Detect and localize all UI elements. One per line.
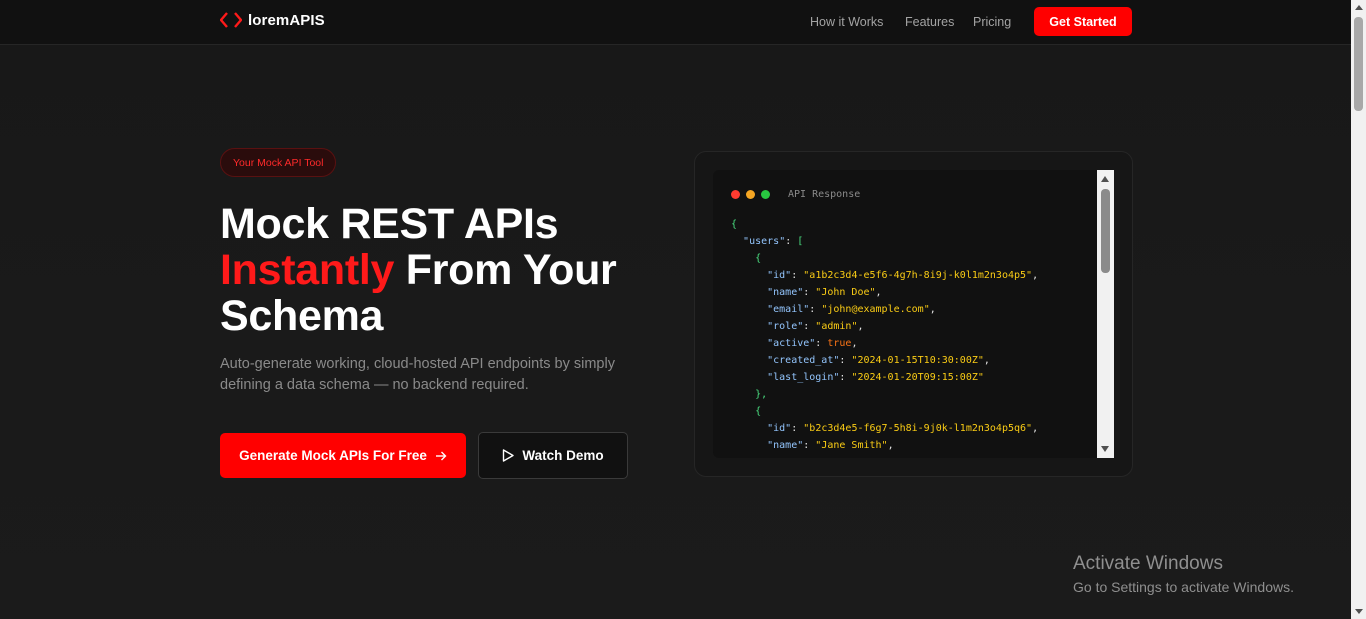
generate-mock-apis-button[interactable]: Generate Mock APIs For Free: [220, 433, 466, 478]
user-1-name: John Doe: [821, 287, 870, 298]
page: loremAPIS How it Works Features Pricing …: [0, 0, 1351, 619]
headline-line-1: Mock REST APIs: [220, 200, 559, 248]
nav-link-pricing[interactable]: Pricing: [973, 15, 1011, 29]
user-1-role: admin: [821, 321, 852, 332]
json-code-block: { "users": [ { "id": "a1b2c3d4-e5f6-4g7h…: [731, 219, 1039, 451]
user-1-email: john@example.com: [827, 304, 924, 315]
window-minimize-dot-icon: [746, 190, 755, 199]
top-navbar: loremAPIS How it Works Features Pricing …: [0, 0, 1351, 45]
arrow-right-icon: [435, 451, 447, 460]
code-panel-scroll-thumb[interactable]: [1101, 189, 1110, 273]
code-panel-scrollbar[interactable]: [1097, 170, 1114, 458]
get-started-button[interactable]: Get Started: [1034, 7, 1132, 36]
scroll-up-arrow-icon[interactable]: [1101, 176, 1109, 182]
api-response-panel[interactable]: API Response { "users": [ { "id": "a1b2c…: [713, 170, 1114, 458]
watermark-title: Activate Windows: [1073, 553, 1223, 574]
page-scroll-thumb[interactable]: [1354, 17, 1363, 111]
panel-title: API Response: [788, 189, 861, 200]
watermark-subtitle: Go to Settings to activate Windows.: [1073, 579, 1294, 595]
page-scrollbar[interactable]: [1351, 0, 1366, 619]
nav-link-features[interactable]: Features: [905, 15, 954, 29]
user-2-id: b2c3d4e5-f6g7-5h8i-9j0k-l1m2n3o4p5q6: [809, 423, 1027, 434]
page-scroll-down-arrow-icon[interactable]: [1354, 609, 1363, 614]
play-icon: [503, 449, 515, 462]
code-brackets-icon: [220, 12, 242, 28]
user-1-active: true: [827, 338, 852, 349]
hero-badge: Your Mock API Tool: [220, 148, 337, 177]
headline-line-3: Schema: [220, 292, 384, 340]
window-maximize-dot-icon: [761, 190, 770, 199]
activate-windows-watermark: Activate Windows Go to Settings to activ…: [1073, 553, 1294, 597]
panel-header: API Response: [731, 189, 860, 200]
generate-button-label: Generate Mock APIs For Free: [239, 448, 427, 463]
user-1-id: a1b2c3d4-e5f6-4g7h-8i9j-k0l1m2n3o4p5: [809, 270, 1027, 281]
json-key-users: users: [749, 236, 780, 247]
user-1-last-login: 2024-01-20T09:15:00Z: [857, 372, 978, 383]
brand-name: loremAPIS: [248, 11, 325, 29]
user-2-name: Jane Smith: [821, 440, 882, 451]
hero-headline: Mock REST APIs Instantly From Your Schem…: [220, 201, 680, 339]
watch-demo-button[interactable]: Watch Demo: [478, 432, 628, 479]
window-close-dot-icon: [731, 190, 740, 199]
brand-logo[interactable]: loremAPIS: [220, 11, 325, 29]
hero-subtitle: Auto-generate working, cloud-hosted API …: [220, 356, 615, 393]
watch-demo-label: Watch Demo: [522, 448, 604, 463]
nav-link-how-it-works[interactable]: How it Works: [810, 15, 883, 29]
headline-line-2: From Your: [394, 246, 617, 294]
headline-highlight: Instantly: [220, 246, 395, 294]
page-scroll-up-arrow-icon[interactable]: [1354, 5, 1363, 10]
user-1-created-at: 2024-01-15T10:30:00Z: [857, 355, 978, 366]
scroll-down-arrow-icon[interactable]: [1101, 446, 1109, 452]
